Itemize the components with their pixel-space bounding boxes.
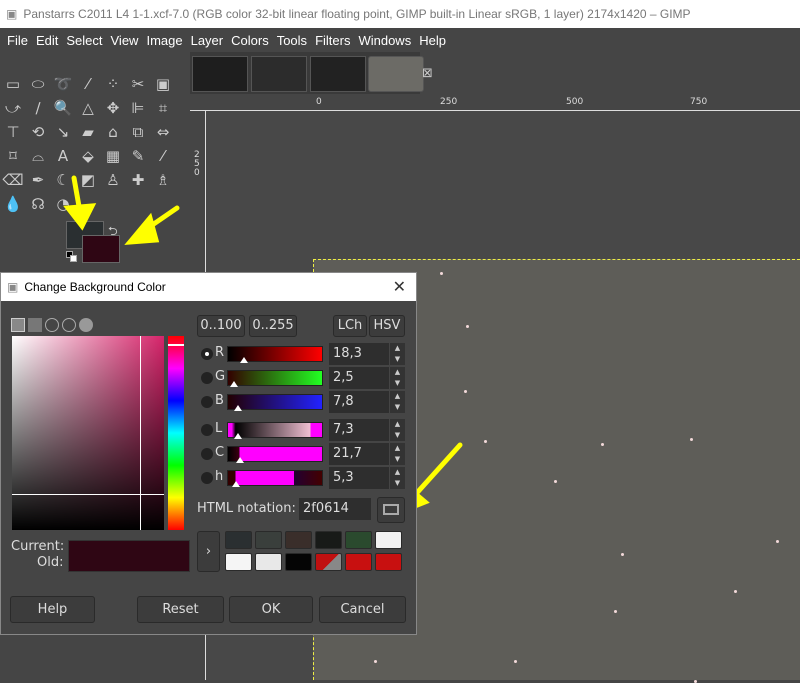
gimp-icon: ▣ <box>7 280 19 294</box>
cmyk-selector-icon[interactable] <box>28 318 42 332</box>
channel-radio[interactable] <box>201 472 213 484</box>
color-history-swatch[interactable] <box>225 553 252 571</box>
channel-row-h: h 5,3 ▲ ▼ <box>199 467 409 489</box>
spin-buttons[interactable]: ▲ ▼ <box>390 391 405 413</box>
range-0-255-button[interactable]: 0..255 <box>249 315 297 337</box>
dialog-title: Change Background Color <box>24 280 166 294</box>
html-notation-label: HTML notation: <box>197 501 296 516</box>
color-history-swatch[interactable] <box>375 531 402 549</box>
channel-slider[interactable] <box>227 394 323 411</box>
spin-buttons[interactable]: ▲ ▼ <box>390 343 405 365</box>
color-history-swatch[interactable] <box>225 531 252 549</box>
slider-handle[interactable] <box>232 481 240 487</box>
html-notation-input[interactable]: 2f0614 <box>299 498 371 520</box>
hsv-button[interactable]: HSV <box>369 315 405 337</box>
spin-buttons[interactable]: ▲ ▼ <box>390 467 405 489</box>
color-history-swatch[interactable] <box>255 531 282 549</box>
watercolor-selector-icon[interactable] <box>79 318 93 332</box>
cancel-button[interactable]: Cancel <box>319 596 406 623</box>
channel-row-b: B 7,8 ▲ ▼ <box>199 391 409 413</box>
color-history-swatch[interactable] <box>345 531 372 549</box>
channel-row-c: C 21,7 ▲ ▼ <box>199 443 409 465</box>
color-selector-tabs <box>11 318 93 332</box>
channel-radio[interactable] <box>201 448 213 460</box>
channel-radio[interactable] <box>201 396 213 408</box>
channel-label: G <box>215 369 226 384</box>
spin-buttons[interactable]: ▲ ▼ <box>390 443 405 465</box>
channel-radio[interactable] <box>201 348 213 360</box>
slider-handle[interactable] <box>230 381 238 387</box>
triangle-selector-icon[interactable] <box>45 318 59 332</box>
color-history-swatch[interactable] <box>375 553 402 571</box>
channel-value-input[interactable]: 5,3 <box>329 467 389 489</box>
channel-label: B <box>215 393 224 408</box>
close-icon[interactable]: ✕ <box>393 277 406 297</box>
channel-slider[interactable] <box>227 346 323 363</box>
channel-label: C <box>215 445 225 460</box>
channel-value-input[interactable]: 18,3 <box>329 343 389 365</box>
color-history-swatch[interactable] <box>255 553 282 571</box>
channel-row-r: R 18,3 ▲ ▼ <box>199 343 409 365</box>
current-old-color-preview <box>68 540 190 572</box>
color-history-swatch[interactable] <box>315 531 342 549</box>
saturation-value-picker[interactable] <box>12 336 164 530</box>
range-0-100-button[interactable]: 0..100 <box>197 315 245 337</box>
help-button[interactable]: Help <box>10 596 95 623</box>
channel-label: L <box>215 421 223 436</box>
hue-slider[interactable] <box>168 336 184 530</box>
channel-slider[interactable] <box>227 470 323 487</box>
dialog-titlebar: ▣ Change Background Color ✕ <box>1 273 416 301</box>
channel-row-g: G 2,5 ▲ ▼ <box>199 367 409 389</box>
channel-value-input[interactable]: 7,3 <box>329 419 389 441</box>
channel-value-input[interactable]: 7,8 <box>329 391 389 413</box>
color-history-swatch[interactable] <box>345 553 372 571</box>
reset-button[interactable]: Reset <box>137 596 224 623</box>
wheel-selector-icon[interactable] <box>62 318 76 332</box>
channel-label: R <box>215 345 225 360</box>
change-background-color-dialog: ▣ Change Background Color ✕ 0..100 0..25… <box>0 272 417 635</box>
color-history-swatch[interactable] <box>285 553 312 571</box>
current-label: Current: <box>11 539 65 554</box>
slider-handle[interactable] <box>234 405 242 411</box>
channel-value-input[interactable]: 21,7 <box>329 443 389 465</box>
channel-radio[interactable] <box>201 372 213 384</box>
ok-button[interactable]: OK <box>229 596 313 623</box>
history-expand-button[interactable]: › <box>197 531 220 572</box>
slider-handle[interactable] <box>234 433 242 439</box>
channel-row-l: L 7,3 ▲ ▼ <box>199 419 409 441</box>
channel-value-input[interactable]: 2,5 <box>329 367 389 389</box>
eyedropper-screen-icon <box>383 504 399 515</box>
slider-handle[interactable] <box>236 457 244 463</box>
channel-slider[interactable] <box>227 446 323 463</box>
color-history-swatch[interactable] <box>315 553 342 571</box>
channel-slider[interactable] <box>227 370 323 387</box>
color-history-swatch[interactable] <box>285 531 312 549</box>
color-picker-button[interactable] <box>377 497 405 523</box>
gimp-selector-icon[interactable] <box>11 318 25 332</box>
channel-label: h <box>215 469 224 484</box>
old-label: Old: <box>37 555 64 570</box>
spin-buttons[interactable]: ▲ ▼ <box>390 419 405 441</box>
spin-buttons[interactable]: ▲ ▼ <box>390 367 405 389</box>
channel-radio[interactable] <box>201 424 213 436</box>
channel-slider[interactable] <box>227 422 323 439</box>
slider-handle[interactable] <box>240 357 248 363</box>
lch-button[interactable]: LCh <box>333 315 367 337</box>
